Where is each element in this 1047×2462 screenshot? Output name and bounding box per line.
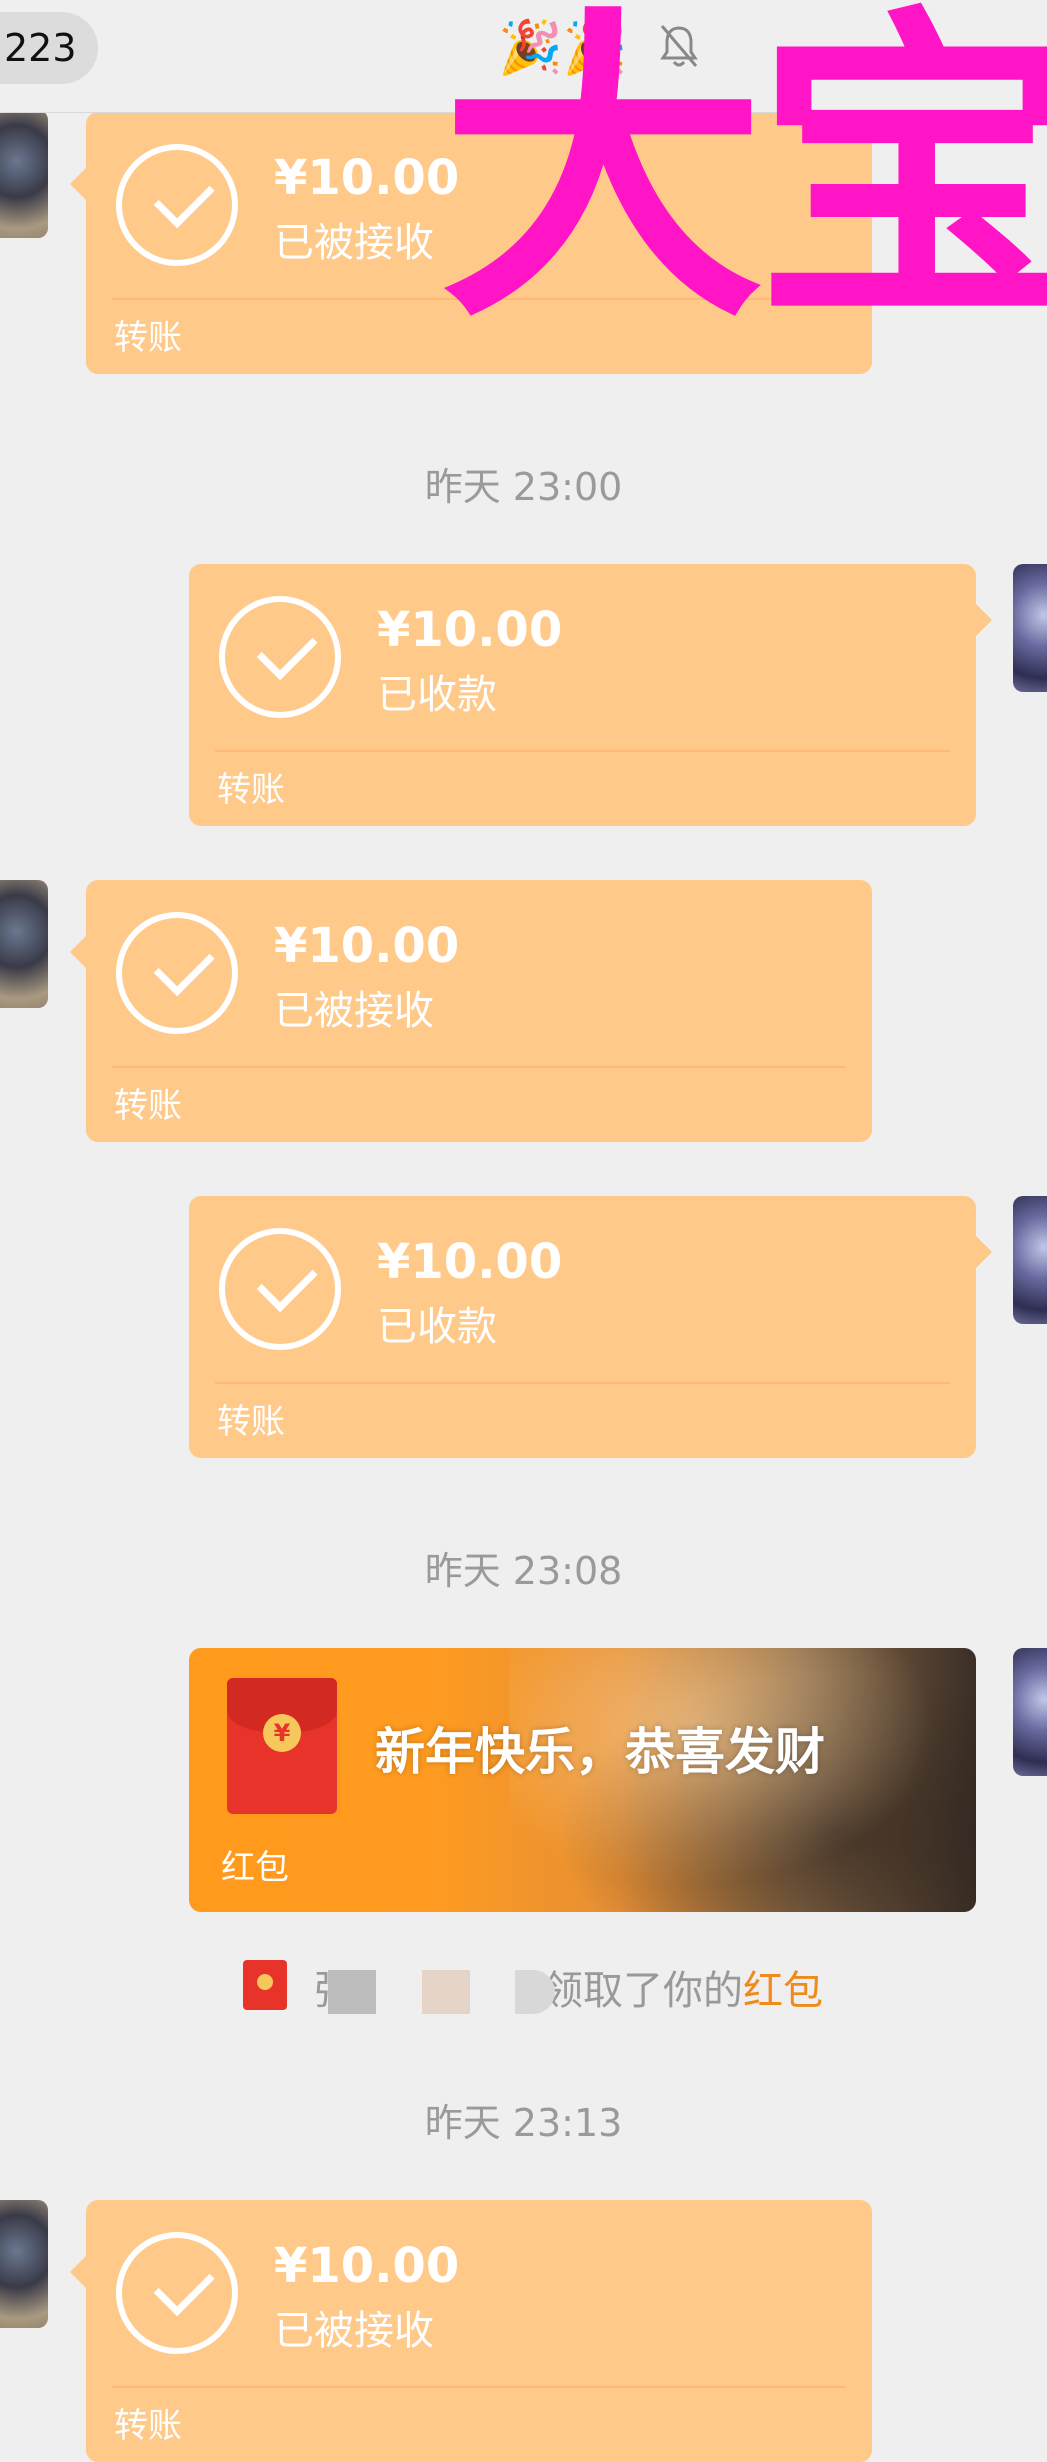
check-circle-icon <box>219 596 341 718</box>
transfer-amount: ¥10.00 <box>274 2238 460 2294</box>
transfer-status: 已被接收 <box>274 2308 434 2354</box>
transfer-label: 转账 <box>114 318 182 358</box>
my-avatar[interactable] <box>1013 564 1047 692</box>
check-circle-icon <box>116 912 238 1034</box>
transfer-label: 转账 <box>217 1402 285 1442</box>
card-divider <box>112 1066 846 1068</box>
red-packet-claimed-notice: 张领取了你的红包 <box>0 1948 1047 2018</box>
unread-count-badge[interactable]: 223 <box>0 12 98 84</box>
red-packet-label: 红包 <box>221 1848 289 1888</box>
transfer-amount: ¥10.00 <box>377 602 563 658</box>
transfer-status: 已收款 <box>377 1304 497 1350</box>
red-envelope-small-icon <box>243 1960 287 2010</box>
contact-avatar[interactable] <box>0 2200 48 2328</box>
transfer-status: 已被接收 <box>274 988 434 1034</box>
notice-text: 张领取了你的红包 <box>313 1958 823 2016</box>
message-timestamp: 昨天 23:13 <box>424 2101 623 2145</box>
transfer-message[interactable]: ¥10.00 已收款 转账 <box>189 1196 992 1458</box>
check-circle-icon <box>219 1228 341 1350</box>
card-divider <box>215 750 950 752</box>
transfer-message[interactable]: ¥10.00 已被接收 转账 <box>70 2200 872 2462</box>
redacted-name-block <box>422 1970 470 2014</box>
card-divider <box>112 2386 846 2388</box>
contact-avatar[interactable] <box>0 110 48 238</box>
my-avatar[interactable] <box>1013 1648 1047 1776</box>
transfer-amount: ¥10.00 <box>274 150 460 206</box>
transfer-status: 已收款 <box>377 672 497 718</box>
red-packet-link[interactable]: 红包 <box>743 1968 823 2014</box>
check-circle-icon <box>116 2232 238 2354</box>
transfer-message[interactable]: ¥10.00 已被接收 转账 <box>70 880 872 1142</box>
transfer-message[interactable]: ¥10.00 已收款 转账 <box>189 564 992 826</box>
my-avatar[interactable] <box>1013 1196 1047 1324</box>
transfer-amount: ¥10.00 <box>274 918 460 974</box>
card-divider <box>215 1382 950 1384</box>
message-timestamp: 昨天 23:00 <box>424 465 623 509</box>
transfer-status: 已被接收 <box>274 220 434 266</box>
notice-action: 领取了你的 <box>543 1968 743 2014</box>
check-circle-icon <box>116 144 238 266</box>
transfer-label: 转账 <box>114 2406 182 2446</box>
transfer-label: 转账 <box>217 770 285 810</box>
message-timestamp: 昨天 23:08 <box>424 1549 623 1593</box>
redacted-name-block <box>328 1970 376 2014</box>
red-packet-message[interactable]: ¥ 新年快乐，恭喜发财 红包 <box>189 1648 976 1912</box>
contact-avatar[interactable] <box>0 880 48 1008</box>
transfer-amount: ¥10.00 <box>377 1234 563 1290</box>
red-packet-greeting: 新年快乐，恭喜发财 <box>375 1723 825 1781</box>
overlay-caption: 大宝 <box>440 0 1047 361</box>
red-envelope-icon: ¥ <box>227 1678 337 1814</box>
transfer-label: 转账 <box>114 1086 182 1126</box>
